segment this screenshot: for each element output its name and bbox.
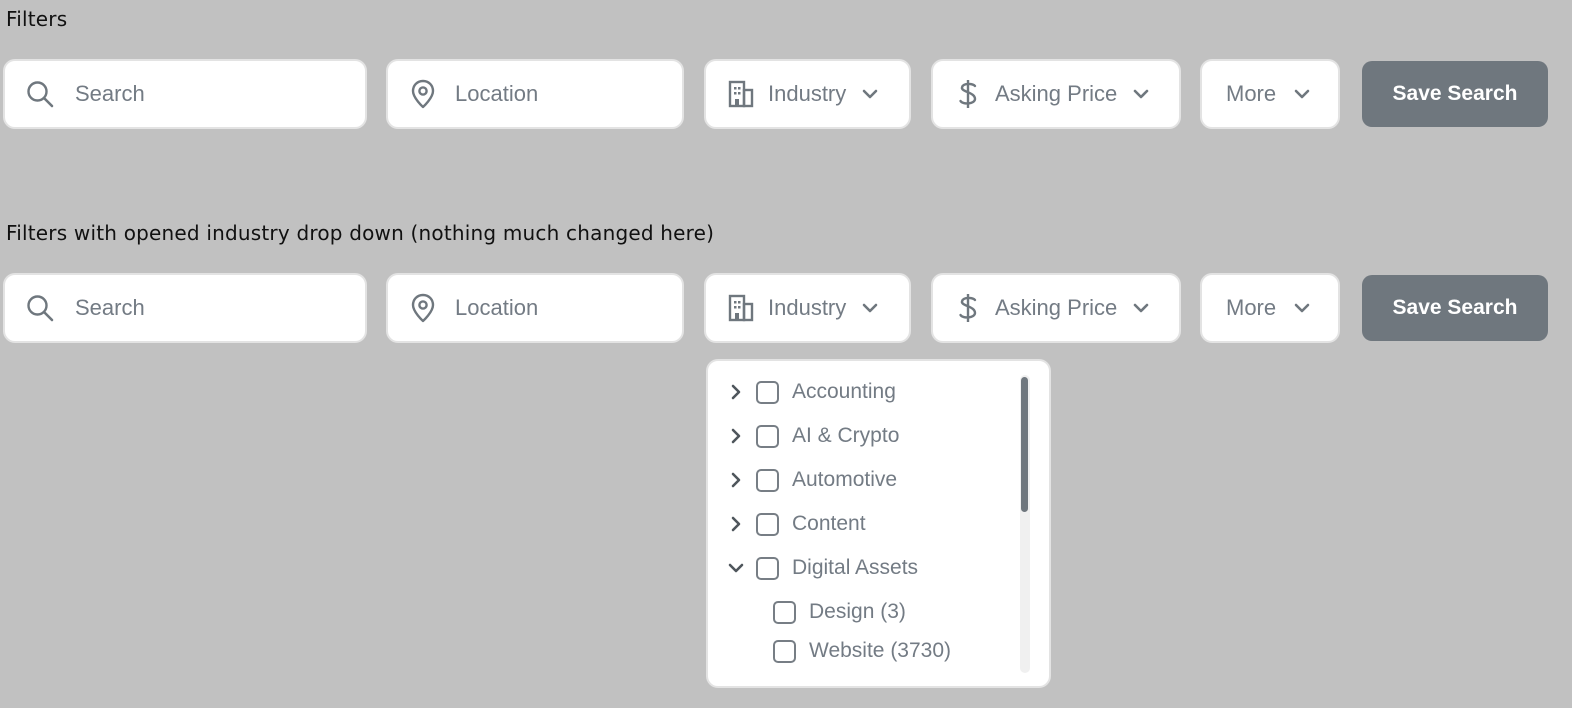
more-label: More [1226,295,1277,320]
industry-item-label: Content [792,512,866,535]
industry-item-label: Digital Assets [792,556,919,579]
location-input[interactable]: Location [386,59,684,129]
more-dropdown[interactable]: More [1200,59,1340,129]
industry-subitem-label: Design (3) [809,600,906,623]
building-icon [726,79,756,109]
checkbox[interactable] [756,380,779,404]
save-search-button[interactable]: Save Search [1362,61,1548,127]
search-input[interactable]: Search [3,59,367,129]
chevron-right-icon[interactable] [724,516,748,532]
chevron-down-icon [1133,89,1149,99]
map-pin-icon [408,79,438,109]
search-icon [25,294,55,322]
chevron-right-icon[interactable] [724,428,748,444]
chevron-down-icon [1294,303,1310,313]
more-dropdown[interactable]: More [1200,273,1340,343]
dollar-icon [955,78,981,110]
filter-bar: Search Location Industry Asking Price Mo… [0,59,1572,133]
asking-price-label: Asking Price [995,81,1118,106]
save-search-button[interactable]: Save Search [1362,275,1548,341]
checkbox[interactable] [756,556,779,580]
chevron-right-icon[interactable] [724,384,748,400]
more-label: More [1226,81,1277,106]
industry-label: Industry [768,81,847,106]
scrollbar-thumb[interactable] [1021,377,1028,512]
chevron-down-icon [862,303,878,313]
checkbox[interactable] [773,600,796,624]
asking-price-dropdown[interactable]: Asking Price [931,59,1181,129]
chevron-down-icon [1294,89,1310,99]
checkbox[interactable] [756,424,779,448]
chevron-right-icon[interactable] [724,472,748,488]
scrollbar-track[interactable] [1020,375,1030,673]
checkbox[interactable] [756,468,779,492]
asking-price-dropdown[interactable]: Asking Price [931,273,1181,343]
industry-subitem-website[interactable]: Website (3730) [773,639,951,663]
industry-dropdown[interactable]: Industry [704,273,911,343]
search-icon [25,80,55,108]
asking-price-label: Asking Price [995,295,1118,320]
search-placeholder: Search [75,295,145,320]
location-input[interactable]: Location [386,273,684,343]
industry-item-accounting[interactable]: Accounting [724,380,896,404]
industry-dropdown[interactable]: Industry [704,59,911,129]
checkbox[interactable] [773,639,796,663]
section-title-filters-opened: Filters with opened industry drop down (… [6,221,715,245]
building-icon [726,293,756,323]
section-title-filters: Filters [6,7,68,31]
industry-item-digital-assets[interactable]: Digital Assets [724,556,918,580]
dollar-icon [955,292,981,324]
industry-subitem-design[interactable]: Design (3) [773,600,906,624]
location-placeholder: Location [455,81,539,106]
search-placeholder: Search [75,81,145,106]
chevron-down-icon[interactable] [724,563,748,573]
industry-item-ai-crypto[interactable]: AI & Crypto [724,424,899,448]
industry-subitem-label: Website (3730) [809,639,952,662]
industry-item-label: AI & Crypto [792,424,900,447]
checkbox[interactable] [756,512,779,536]
filter-bar-opened: Search Location Industry Asking Price Mo… [0,273,1572,347]
industry-label: Industry [768,295,847,320]
location-placeholder: Location [455,295,539,320]
map-pin-icon [408,293,438,323]
industry-item-label: Accounting [792,380,896,403]
industry-item-automotive[interactable]: Automotive [724,468,897,492]
industry-dropdown-panel: Accounting AI & Crypto Automotive Conten… [706,359,1051,688]
chevron-down-icon [862,89,878,99]
chevron-down-icon [1133,303,1149,313]
search-input[interactable]: Search [3,273,367,343]
industry-item-label: Automotive [792,468,898,491]
industry-item-content[interactable]: Content [724,512,866,536]
